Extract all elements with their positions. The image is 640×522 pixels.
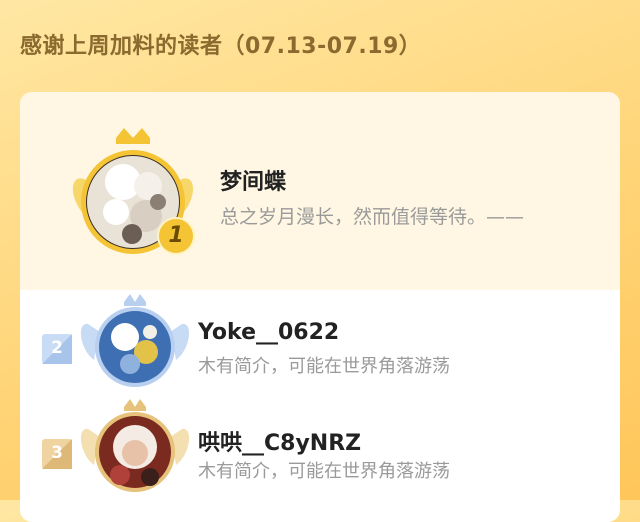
avatar — [80, 292, 190, 392]
bronze-frame-icon — [80, 399, 190, 492]
rank-number: 3 — [51, 443, 63, 463]
top-reader-bio: 总之岁月漫长，然而值得等待。—— — [220, 206, 525, 228]
top-reader-rank: 1 — [168, 223, 184, 248]
list-item[interactable]: 3 哄哄__C8yNRZ 木有简介，可能在世界角落游荡 — [20, 397, 620, 497]
list-item[interactable]: 2 Yoke__0622 木有简介，可能在世界角落游荡 — [20, 292, 620, 392]
reader-bio: 木有简介，可能在世界角落游荡 — [198, 356, 450, 377]
header-title: 感谢上周加料的读者（07.13-07.19） — [20, 34, 422, 59]
reader-name[interactable]: 哄哄__C8yNRZ — [198, 425, 361, 457]
top-reader-name[interactable]: 梦间蝶 — [220, 164, 286, 196]
rank-badge: 2 — [42, 334, 72, 364]
reader-name[interactable]: Yoke__0622 — [198, 320, 339, 345]
reader-bio: 木有简介，可能在世界角落游荡 — [198, 461, 450, 482]
silver-frame-icon — [80, 294, 190, 387]
avatar — [80, 397, 190, 497]
rank-badge: 3 — [42, 439, 72, 469]
rank-number: 2 — [51, 338, 63, 358]
top-reader-row[interactable]: 1 梦间蝶 总之岁月漫长，然而值得等待。—— — [20, 92, 620, 290]
readers-card: 1 梦间蝶 总之岁月漫长，然而值得等待。—— 2 Yoke__0622 木有简介… — [20, 92, 620, 522]
top-reader-avatar-frame: 1 — [68, 124, 198, 264]
